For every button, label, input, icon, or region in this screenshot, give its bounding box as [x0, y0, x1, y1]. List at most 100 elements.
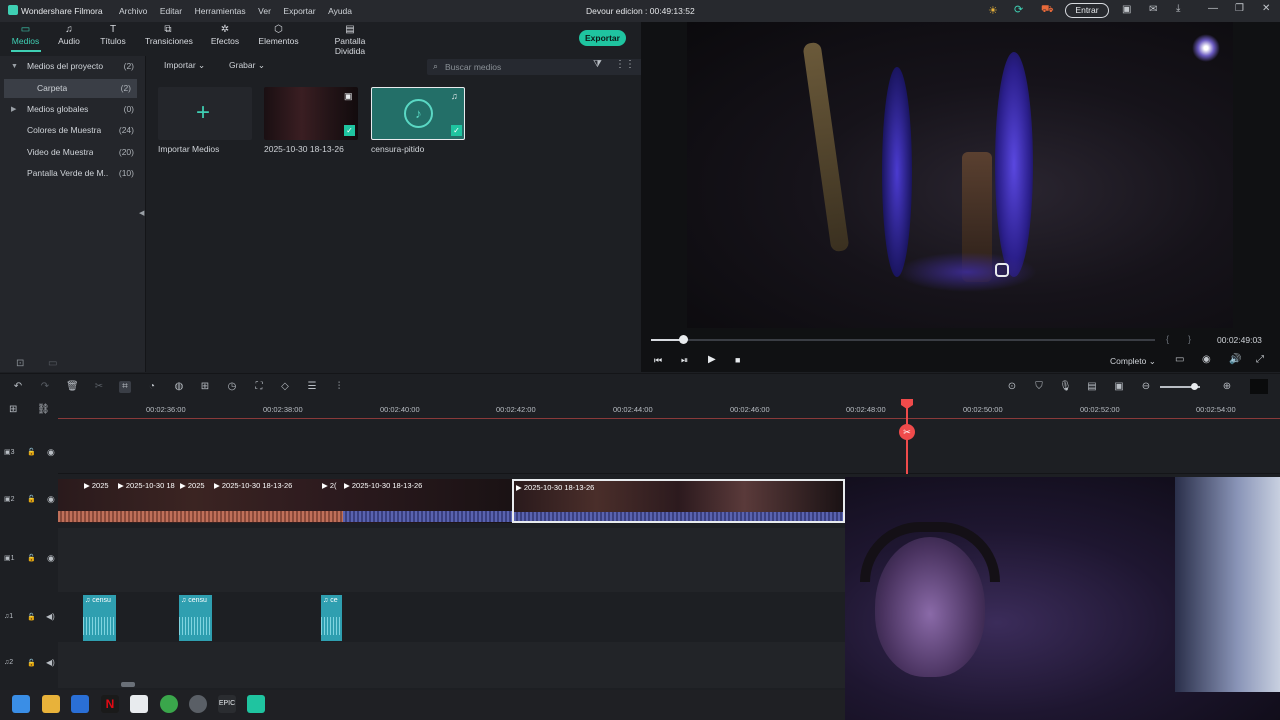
video-clip[interactable]: ▶ 2025-10-30 18 — [118, 480, 180, 492]
store-icon[interactable] — [71, 695, 89, 713]
collapse-panel-icon[interactable]: ◀ — [139, 209, 144, 217]
cart-icon[interactable]: ⛟ — [1041, 4, 1054, 17]
steam-icon[interactable] — [189, 695, 207, 713]
sidebar-item-video-muestra[interactable]: Video de Muestra (20) — [0, 143, 140, 162]
menu-herramientas[interactable]: Herramientas — [195, 6, 246, 16]
lock-icon[interactable]: 🔓 — [27, 448, 36, 456]
stabilize-icon[interactable]: ⊞ — [199, 381, 211, 393]
menu-exportar[interactable]: Exportar — [283, 6, 315, 16]
video-clip[interactable]: ▶ 2025-10-30 18-13-26 — [344, 480, 512, 492]
login-button[interactable]: Entrar — [1065, 3, 1109, 18]
marker-icon[interactable]: ⛉ — [1033, 381, 1045, 393]
color-icon[interactable]: ◍ — [173, 381, 185, 393]
chrome-icon[interactable] — [160, 695, 178, 713]
stop-icon[interactable]: ■ — [735, 355, 740, 365]
audio-wave-icon[interactable]: ⫶ — [333, 381, 345, 393]
sidebar-item-pantalla-verde[interactable]: Pantalla Verde de M... (10) — [0, 164, 140, 183]
file-explorer-icon[interactable] — [42, 695, 60, 713]
mark-in-icon[interactable]: { — [1166, 334, 1169, 344]
crop-icon[interactable]: ⌗ — [119, 381, 131, 393]
record-dropdown[interactable]: Grabar ⌄ — [229, 60, 265, 71]
duration-icon[interactable]: ◷ — [226, 381, 238, 393]
sidebar-item-colores-muestra[interactable]: Colores de Muestra (24) — [0, 121, 140, 140]
frame-play-icon[interactable]: ⏯ — [681, 355, 688, 366]
folder-icon[interactable]: ▭ — [48, 358, 57, 369]
video-clip[interactable]: ▶ 2( — [322, 480, 342, 492]
sidebar-item-carpeta[interactable]: Carpeta (2) — [4, 79, 137, 98]
lock-icon[interactable]: 🔓 — [27, 495, 36, 503]
video-clip-selected[interactable]: ▶ 2025-10-30 18-13-26 — [512, 479, 845, 523]
adjust-icon[interactable]: ☰ — [306, 381, 318, 393]
volume-icon[interactable]: ◀) — [46, 658, 55, 667]
voiceover-icon[interactable]: ▤ — [1086, 381, 1098, 393]
fit-icon[interactable]: ⛶ — [253, 381, 265, 393]
sync-icon[interactable]: ⟳ — [1014, 3, 1023, 16]
tab-titulos[interactable]: T Títulos — [98, 24, 128, 46]
video-preview[interactable] — [687, 22, 1233, 328]
app-icon[interactable] — [130, 695, 148, 713]
zoom-in-icon[interactable]: ⊕ — [1221, 381, 1233, 393]
menu-ver[interactable]: Ver — [258, 6, 271, 16]
tab-efectos[interactable]: ✲ Efectos — [209, 24, 241, 46]
timeline-scrollbar[interactable] — [121, 682, 135, 687]
menu-editar[interactable]: Editar — [160, 6, 182, 16]
mic-icon[interactable]: 🎙 — [1059, 381, 1072, 393]
lock-icon[interactable]: 🔓 — [27, 613, 36, 621]
lock-icon[interactable]: 🔓 — [27, 554, 36, 562]
filmora-taskbar-icon[interactable] — [247, 695, 265, 713]
display-icon[interactable]: ▭ — [1175, 354, 1184, 365]
menu-ayuda[interactable]: Ayuda — [328, 6, 352, 16]
add-track-icon[interactable]: ⊞ — [9, 404, 17, 415]
close-icon[interactable]: ✕ — [1262, 3, 1270, 14]
eye-icon[interactable]: ◉ — [47, 494, 55, 505]
download-icon[interactable]: ⤓ — [1176, 3, 1180, 14]
audio-clip[interactable]: ♫ censu — [83, 595, 116, 641]
link-icon[interactable]: ⛓ — [37, 404, 50, 415]
audio-clip[interactable]: ♫ ce — [321, 595, 342, 641]
speed-icon[interactable]: ◔ — [146, 381, 158, 393]
search-input[interactable]: Buscar medios — [445, 62, 501, 72]
windows-start-icon[interactable] — [12, 695, 30, 713]
minimize-icon[interactable]: — — [1208, 3, 1218, 14]
restore-icon[interactable]: ❐ — [1235, 3, 1244, 14]
quality-dropdown[interactable]: Completo ⌄ — [1110, 356, 1156, 367]
play-icon[interactable]: ▶ — [708, 354, 716, 365]
new-folder-icon[interactable]: ⊡ — [16, 358, 24, 369]
track-lane-video-3[interactable] — [58, 424, 1280, 474]
redo-icon[interactable]: ↷ — [39, 381, 51, 393]
media-item-video[interactable]: ▣ ✓ — [264, 87, 358, 140]
preview-scrubber[interactable] — [651, 339, 1155, 341]
video-clip[interactable]: ▶ 2025 — [84, 480, 118, 492]
tab-audio[interactable]: ♫ Audio — [55, 24, 83, 46]
scissors-icon[interactable]: ✂ — [899, 424, 915, 440]
grid-view-icon[interactable]: ⋮⋮ — [615, 59, 635, 70]
volume-icon[interactable]: ◀) — [46, 612, 55, 621]
sidebar-item-medios-proyecto[interactable]: ▼ Medios del proyecto (2) — [0, 57, 140, 76]
fullscreen-icon[interactable]: ⤢ — [1256, 354, 1264, 365]
import-dropdown[interactable]: Importar ⌄ — [164, 60, 205, 71]
save-icon[interactable]: ▣ — [1122, 4, 1131, 15]
tab-elementos[interactable]: ⬡ Elementos — [257, 24, 300, 46]
step-back-icon[interactable]: ⏮ — [654, 355, 662, 366]
epic-games-icon[interactable]: EPIC — [218, 695, 236, 713]
zoom-slider-handle[interactable] — [1191, 383, 1198, 390]
media-item-audio[interactable]: ♪ ♫ ✓ — [371, 87, 465, 140]
undo-icon[interactable]: ↶ — [12, 381, 24, 393]
video-clip[interactable]: ▶ 2025 — [180, 480, 212, 492]
keyframe-icon[interactable]: ◇ — [279, 381, 291, 393]
audio-clip[interactable]: ♫ censu — [179, 595, 212, 641]
filter-icon[interactable]: ⧩ — [593, 59, 602, 70]
mark-out-icon[interactable]: } — [1188, 334, 1191, 344]
snapshot-icon[interactable]: ◉ — [1202, 354, 1211, 365]
export-button[interactable]: Exportar — [579, 30, 626, 46]
menu-archivo[interactable]: Archivo — [119, 6, 147, 16]
tab-transiciones[interactable]: ⧉ Transiciones — [145, 24, 193, 46]
netflix-icon[interactable]: N — [101, 695, 119, 713]
lock-icon[interactable]: 🔓 — [27, 659, 36, 667]
tab-pantalla-dividida[interactable]: ▤ Pantalla Dividida — [319, 24, 381, 56]
scrubber-handle[interactable] — [679, 335, 688, 344]
tab-medios[interactable]: ▭ Medios — [8, 24, 43, 46]
eye-icon[interactable]: ◉ — [47, 553, 55, 564]
zoom-out-icon[interactable]: ⊖ — [1140, 381, 1152, 393]
sun-icon[interactable]: ☀ — [988, 4, 998, 17]
